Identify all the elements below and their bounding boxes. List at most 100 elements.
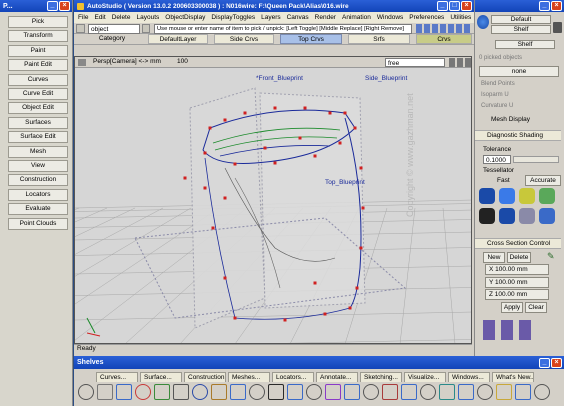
diagnostic-icons[interactable] [479,188,561,228]
palette-surface-edit-button[interactable]: Surface Edit [8,131,68,144]
menu-objectdisplay[interactable]: ObjectDisplay [165,14,205,21]
palette-paint-button[interactable]: Paint [8,44,68,57]
shelf-tool-icon[interactable] [401,384,417,400]
perspective-viewport[interactable]: Persp[Camera] <-> mm 100 free *Front_Blu… [74,56,472,344]
shelf-tool-icon[interactable] [344,384,360,400]
tolerance-slider[interactable] [513,156,559,163]
accurate-option[interactable]: Accurate [525,175,561,186]
close-button[interactable]: × [461,1,472,11]
shelf-tool-icon[interactable] [116,384,132,400]
diagnostic-shading-icon[interactable] [519,208,535,224]
shelf-tool-icon[interactable] [325,384,341,400]
layer-side-crvs[interactable]: Side Crvs [214,34,274,44]
shelf-tab-5[interactable]: Annotate... [316,372,358,382]
diagnostic-shading-icon[interactable] [499,188,515,204]
right-close-button[interactable]: × [551,1,562,11]
shelf-tab-3[interactable]: Meshes... [228,372,270,382]
shelf-tool-icon[interactable] [363,384,379,400]
menu-render[interactable]: Render [315,14,336,21]
layout-icon[interactable] [477,15,489,29]
shelf-tab-8[interactable]: Windows... [448,372,490,382]
diagnostic-shading-icon[interactable] [499,208,515,224]
right-minimize-button[interactable]: _ [539,1,550,11]
palette-surfaces-button[interactable]: Surfaces [8,116,68,129]
shelf-tool-icon[interactable] [420,384,436,400]
pick-dropdown-icon[interactable] [142,24,150,33]
delete-button[interactable]: Delete [507,252,531,263]
diagnostic-shading-icon[interactable] [479,208,495,224]
palette-locators-button[interactable]: Locators [8,188,68,201]
diagnostic-shading-icon[interactable] [519,188,535,204]
shelf-tab-2[interactable]: Construction... [184,372,226,382]
shelf-tool-icon[interactable] [268,384,284,400]
palette-transform-button[interactable]: Transform [8,30,68,43]
main-titlebar[interactable]: AutoStudio ( Version 13.0.2 200603300038… [74,0,474,12]
bottom-tool-icons[interactable] [483,320,537,340]
shelf-tool-icon[interactable] [97,384,113,400]
shelves-titlebar[interactable]: Shelves _ × [74,356,564,369]
shelf-tool-icon[interactable] [306,384,322,400]
maximize-button[interactable]: □ [449,1,460,11]
shelf-tool-icon[interactable] [382,384,398,400]
shelves-close-button[interactable]: × [551,357,562,368]
palette-minimize-button[interactable]: _ [47,1,58,11]
viewport-controls[interactable] [449,58,471,67]
pencil-icon[interactable]: ✎ [547,251,557,262]
shelf-tool-icon[interactable] [211,384,227,400]
palette-paint-edit-button[interactable]: Paint Edit [8,59,68,72]
palette-point-clouds-button[interactable]: Point Clouds [8,217,68,230]
shelf-tool-icon[interactable] [496,384,512,400]
shelf-label[interactable]: Shelf [495,40,555,49]
diagnostic-shading-icon[interactable] [479,188,495,204]
cross-section-header[interactable]: Cross Section Control [475,238,561,249]
shelf-tab-1[interactable]: Surface... [140,372,182,382]
shelf-tool-icon[interactable] [515,384,531,400]
trash-icon[interactable] [553,22,562,33]
fast-option[interactable]: Fast [497,177,510,184]
menu-layers[interactable]: Layers [261,14,281,21]
palette-pick-button[interactable]: Pick [8,16,68,28]
z-value[interactable]: Z 100.00 mm [485,289,549,300]
palette-object-edit-button[interactable]: Object Edit [8,102,68,115]
layer-default[interactable]: DefaultLayer [148,34,208,44]
palette-curve-edit-button[interactable]: Curve Edit [8,88,68,100]
pick-icon[interactable] [76,24,85,33]
menu-edit[interactable]: Edit [94,14,105,21]
shelf-tab-9[interactable]: What's New... [492,372,534,382]
pick-hint-field[interactable]: Use mouse or enter name of item to pick … [154,24,412,34]
shelf-tool-icon[interactable] [173,384,189,400]
shelf-tool-icon[interactable] [287,384,303,400]
shelf-tool-icon[interactable] [135,384,151,400]
diagnostic-shading-header[interactable]: Diagnostic Shading [475,130,561,141]
shelf-tab-6[interactable]: Sketching... [360,372,402,382]
palette-mesh-button[interactable]: Mesh [8,145,68,158]
right-titlebar[interactable]: _ × [475,0,564,12]
palette-close-button[interactable]: × [59,1,70,11]
shelves-minimize-button[interactable]: _ [539,357,550,368]
layer-category[interactable]: Category [82,34,142,44]
menu-displaytoggles[interactable]: DisplayToggles [211,14,255,21]
palette-titlebar[interactable]: P... _ × [0,0,72,12]
new-button[interactable]: New [483,252,505,263]
shelf-tool-icon[interactable] [192,384,208,400]
menu-layouts[interactable]: Layouts [136,14,159,21]
layer-crvs[interactable]: Crvs [416,34,472,44]
y-value[interactable]: Y 100.00 mm [485,277,549,288]
menu-delete[interactable]: Delete [112,14,131,21]
palette-evaluate-button[interactable]: Evaluate [8,203,68,216]
shelf-tool-icon[interactable] [439,384,455,400]
shelf-tool-icon[interactable] [230,384,246,400]
menu-utilities[interactable]: Utilities [450,14,471,21]
layer-srfs[interactable]: Srfs [348,34,410,44]
minimize-button[interactable]: _ [437,1,448,11]
shelf-tool-icon[interactable] [78,384,94,400]
layout-default-button[interactable]: Default [491,15,551,24]
x-value[interactable]: X 100.00 mm [485,264,549,275]
diagnostic-shading-icon[interactable] [539,208,555,224]
palette-view-button[interactable]: View [8,160,68,172]
palette-curves-button[interactable]: Curves [8,73,68,86]
none-field[interactable]: none [479,66,559,77]
apply-button[interactable]: Apply [501,302,523,313]
shelf-tool-icon[interactable] [249,384,265,400]
diagnostic-shading-icon[interactable] [539,188,555,204]
